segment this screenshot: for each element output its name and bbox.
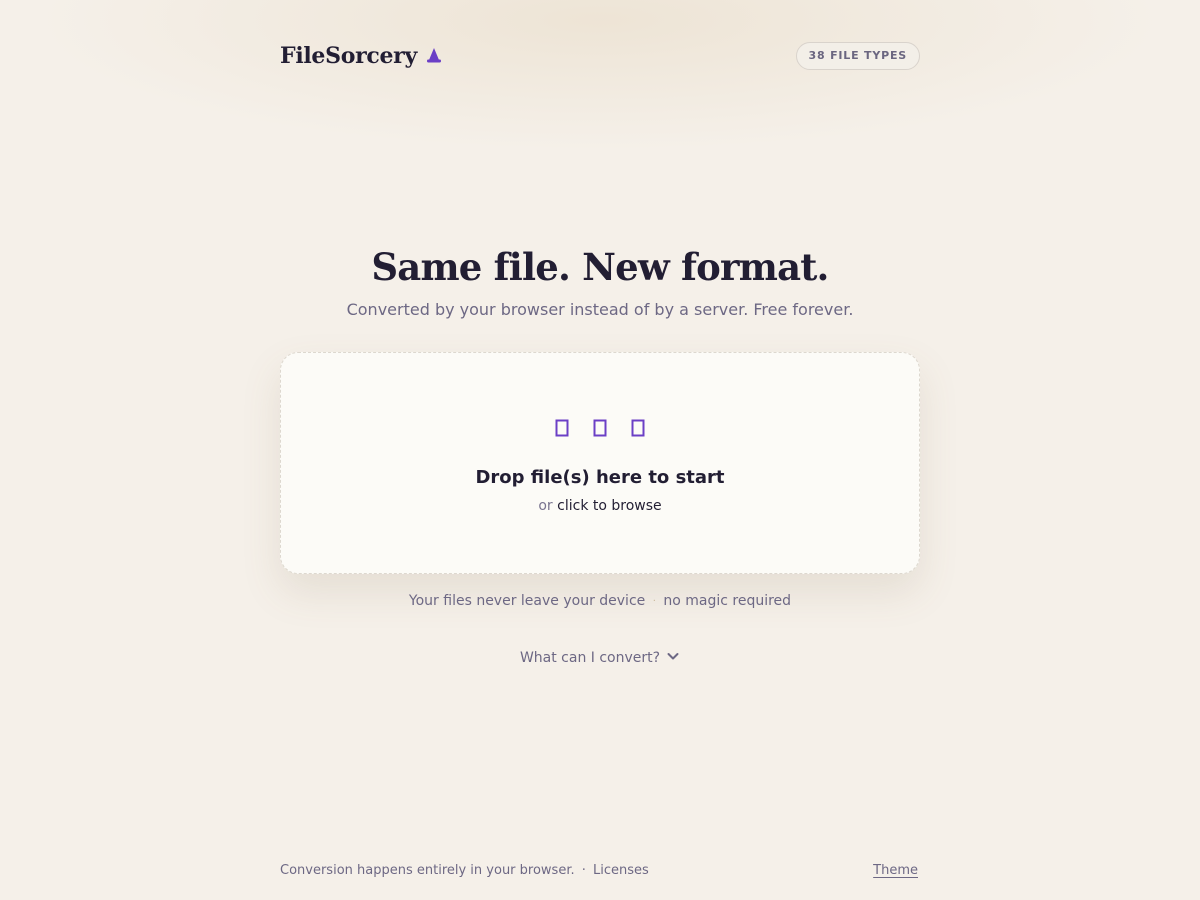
privacy-separator: ·: [652, 596, 656, 607]
privacy-text-2: no magic required: [663, 593, 792, 609]
licenses-link[interactable]: Licenses: [593, 863, 649, 878]
page-title: Same file. New format.: [371, 245, 829, 289]
browse-link[interactable]: click to browse: [557, 498, 662, 514]
file-icon: [631, 419, 645, 441]
page-subtitle: Converted by your browser instead of by …: [346, 300, 854, 319]
privacy-text-1: Your files never leave your device: [408, 593, 646, 609]
footer-note: Conversion happens entirely in your brow…: [280, 863, 649, 878]
faq-toggle[interactable]: What can I convert?: [0, 649, 1200, 667]
hero: Same file. New format. Converted by your…: [0, 244, 1200, 319]
faq-label: What can I convert?: [519, 650, 661, 666]
brand[interactable]: FileSorcery: [280, 43, 443, 69]
file-icon: [593, 419, 607, 441]
file-types-badge: 38 FILE TYPES: [795, 42, 920, 70]
dropzone-prefix: or: [538, 498, 553, 514]
site-header: FileSorcery 38 FILE TYPES: [280, 36, 920, 76]
dropzone-subtitle: or click to browse: [538, 498, 661, 514]
theme-toggle[interactable]: Theme: [873, 863, 920, 878]
privacy-note: Your files never leave your device · no …: [0, 593, 1200, 609]
dropzone-title: Drop file(s) here to start: [475, 467, 725, 488]
wizard-hat-icon: [425, 47, 443, 65]
chevron-down-icon: [666, 649, 680, 667]
file-dropzone[interactable]: Drop file(s) here to start or click to b…: [280, 352, 920, 574]
footer-separator: ·: [581, 862, 586, 878]
file-icon: [555, 419, 569, 441]
file-icons: [555, 419, 645, 441]
footer-note-text: Conversion happens entirely in your brow…: [280, 862, 575, 878]
brand-name: FileSorcery: [280, 43, 417, 69]
site-footer: Conversion happens entirely in your brow…: [280, 860, 920, 880]
